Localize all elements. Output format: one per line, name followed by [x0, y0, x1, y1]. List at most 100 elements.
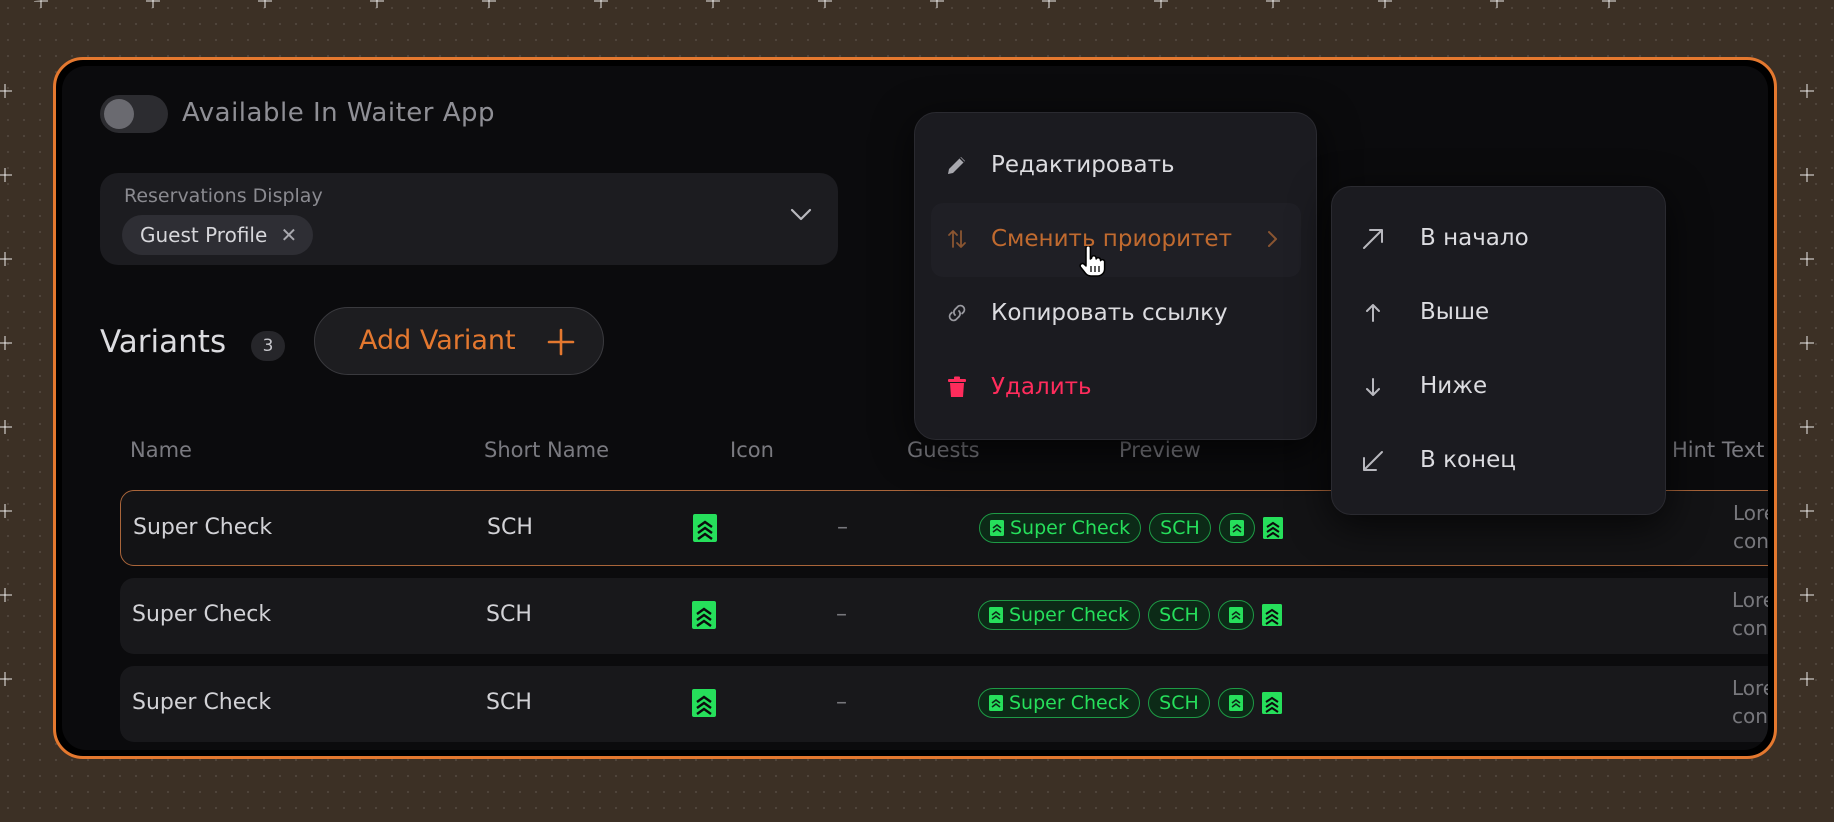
pencil-icon — [948, 157, 965, 174]
menu-item-edit[interactable]: Редактировать — [931, 129, 1301, 203]
chip-remove-icon[interactable]: ✕ — [281, 215, 298, 255]
link-icon — [948, 304, 966, 322]
variant-short-name: SCH — [486, 602, 532, 627]
variant-guests: – — [837, 515, 848, 540]
menu-item-change-priority[interactable]: Сменить приоритет — [931, 203, 1301, 277]
preview-full-pill: Super Check — [978, 600, 1141, 630]
arrow-up-icon — [1366, 304, 1380, 322]
submenu-item-down[interactable]: Ниже — [1348, 349, 1648, 423]
check-badge-icon — [1262, 517, 1283, 539]
grid-plus-icon — [146, 0, 160, 8]
check-badge-icon — [1261, 604, 1282, 626]
chevron-right-icon — [1268, 231, 1277, 247]
variant-hint: Lorem ip consecte — [1732, 586, 1768, 642]
variants-count-badge: 3 — [251, 331, 285, 361]
submenu-item-label: Выше — [1420, 299, 1490, 325]
variant-preview: Super Check SCH — [978, 600, 1284, 630]
menu-item-label: Сменить приоритет — [991, 226, 1232, 252]
menu-item-delete[interactable]: Удалить — [931, 351, 1301, 425]
preview-bare-icon — [1261, 600, 1284, 630]
grid-plus-icon — [0, 672, 12, 686]
grid-plus-icon — [1154, 0, 1168, 8]
check-badge-icon — [1228, 695, 1243, 711]
variant-preview: Super Check SCH — [979, 513, 1285, 543]
variants-title: Variants — [100, 324, 227, 360]
toggle-knob — [104, 99, 134, 129]
variant-guests: – — [836, 602, 847, 627]
priority-submenu: В начало Выше Ниже В конец — [1331, 186, 1666, 515]
grid-plus-icon — [1800, 504, 1814, 518]
table-row[interactable]: Super Check SCH – Super Check SCH Lorem … — [120, 578, 1768, 654]
preview-short-pill: SCH — [1148, 688, 1210, 718]
check-badge-icon — [989, 607, 1003, 623]
grid-plus-icon — [1800, 336, 1814, 350]
chevron-down-icon[interactable] — [790, 203, 812, 225]
preview-bare-icon — [1262, 513, 1285, 543]
submenu-item-label: Ниже — [1420, 373, 1488, 399]
hint-line: Lorem ip — [1733, 501, 1768, 525]
plus-icon — [547, 328, 575, 356]
menu-item-copy-link[interactable]: Копировать ссылку — [931, 277, 1301, 351]
page-background: Available In Waiter App Reservations Dis… — [0, 0, 1834, 822]
submenu-item-up[interactable]: Выше — [1348, 275, 1648, 349]
guest-profile-chip: Guest Profile ✕ — [122, 215, 314, 255]
grid-plus-icon — [0, 336, 12, 350]
reservations-display-select[interactable]: Reservations Display Guest Profile ✕ — [100, 173, 838, 265]
menu-item-label: Удалить — [991, 374, 1092, 400]
hint-line: Lorem ip — [1732, 588, 1768, 612]
column-header-hint-text: Hint Text — [1672, 438, 1765, 462]
menu-item-label: Редактировать — [991, 152, 1175, 178]
preview-icon-pill — [1217, 600, 1254, 630]
submenu-item-label: В конец — [1420, 447, 1516, 473]
chip-label: Guest Profile — [140, 223, 268, 247]
hint-line: consecte — [1732, 616, 1768, 640]
submenu-item-to-top[interactable]: В начало — [1348, 201, 1648, 275]
grid-plus-icon — [1378, 0, 1392, 8]
arrow-down-left-icon — [1363, 451, 1383, 471]
preview-short-pill: SCH — [1149, 513, 1211, 543]
grid-plus-icon — [1800, 252, 1814, 266]
variant-name: Super Check — [133, 515, 273, 540]
variant-hint: Lorem ip consecte — [1732, 674, 1768, 730]
submenu-item-label: В начало — [1420, 225, 1529, 251]
grid-plus-icon — [0, 252, 12, 266]
waiter-app-toggle[interactable] — [100, 95, 168, 133]
check-badge-icon — [693, 514, 717, 542]
grid-plus-icon — [706, 0, 720, 8]
preview-name: Super Check — [1010, 516, 1131, 539]
hand-cursor-icon — [1079, 246, 1106, 277]
check-badge-icon — [1261, 692, 1282, 714]
grid-plus-icon — [0, 504, 12, 518]
hint-line: consecte — [1733, 529, 1768, 553]
preview-full-pill: Super Check — [978, 688, 1141, 718]
preview-bare-icon — [1261, 688, 1284, 718]
variant-preview: Super Check SCH — [978, 688, 1284, 718]
swap-vertical-icon — [948, 230, 966, 248]
hint-line: consecte — [1732, 704, 1768, 728]
grid-plus-icon — [0, 588, 12, 602]
add-variant-label: Add Variant — [359, 325, 516, 356]
column-header-guests: Guests — [907, 438, 980, 462]
preview-icon-pill — [1218, 513, 1255, 543]
grid-plus-icon — [818, 0, 832, 8]
table-row[interactable]: Super Check SCH – Super Check SCH Lorem … — [120, 666, 1768, 742]
grid-plus-icon — [1042, 0, 1056, 8]
preview-short-pill: SCH — [1148, 600, 1210, 630]
grid-plus-icon — [0, 168, 12, 182]
preview-name: Super Check — [1009, 603, 1130, 626]
add-variant-button[interactable]: Add Variant — [314, 307, 604, 375]
preview-short: SCH — [1159, 691, 1199, 714]
grid-plus-icon — [34, 0, 48, 8]
reservations-display-label: Reservations Display — [124, 185, 323, 207]
preview-name: Super Check — [1009, 691, 1130, 714]
preview-icon-pill — [1217, 688, 1254, 718]
waiter-app-toggle-label: Available In Waiter App — [182, 98, 496, 128]
grid-plus-icon — [370, 0, 384, 8]
check-badge-icon — [989, 695, 1003, 711]
hint-line: Lorem ip — [1732, 676, 1768, 700]
grid-plus-icon — [1602, 0, 1616, 8]
grid-plus-icon — [1490, 0, 1504, 8]
submenu-item-to-bottom[interactable]: В конец — [1348, 423, 1648, 497]
column-header-name: Name — [130, 438, 192, 462]
preview-short: SCH — [1159, 603, 1199, 626]
